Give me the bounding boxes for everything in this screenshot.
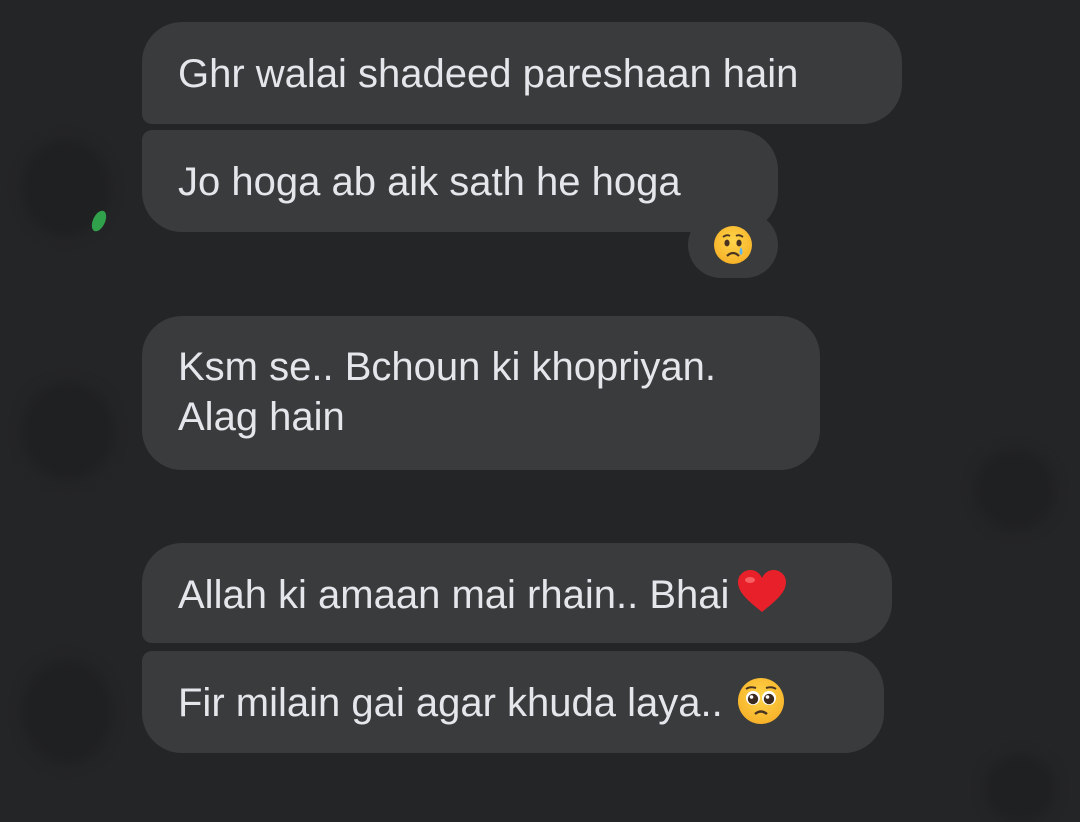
blurred-shape bbox=[985, 755, 1055, 822]
message-text: Jo hoga ab aik sath he hoga bbox=[178, 160, 681, 204]
blurred-shape bbox=[975, 450, 1055, 530]
message-text: Allah ki amaan mai rhain.. Bhai bbox=[178, 573, 730, 617]
message-bubble[interactable]: Ghr walai shadeed pareshaan hain bbox=[142, 22, 902, 124]
sender-avatar[interactable] bbox=[22, 382, 114, 480]
pleading-face-emoji-icon bbox=[737, 678, 784, 724]
message-bubble[interactable]: Allah ki amaan mai rhain.. Bhai bbox=[142, 543, 892, 643]
message-text: Ghr walai shadeed pareshaan hain bbox=[178, 52, 799, 96]
message-text-line: Alag hain bbox=[178, 395, 345, 439]
sad-tear-emoji-icon bbox=[714, 226, 752, 264]
red-heart-emoji-icon bbox=[737, 570, 787, 614]
sender-avatar[interactable] bbox=[22, 660, 112, 764]
message-text-line: Ksm se.. Bchoun ki khopriyan. bbox=[178, 345, 717, 389]
message-reaction[interactable] bbox=[688, 212, 778, 278]
message-bubble[interactable]: Fir milain gai agar khuda laya.. bbox=[142, 651, 884, 753]
message-bubble[interactable]: Ksm se.. Bchoun ki khopriyan. Alag hain bbox=[142, 316, 820, 470]
message-text: Fir milain gai agar khuda laya.. bbox=[178, 681, 723, 725]
message-bubble[interactable]: Jo hoga ab aik sath he hoga bbox=[142, 130, 778, 232]
